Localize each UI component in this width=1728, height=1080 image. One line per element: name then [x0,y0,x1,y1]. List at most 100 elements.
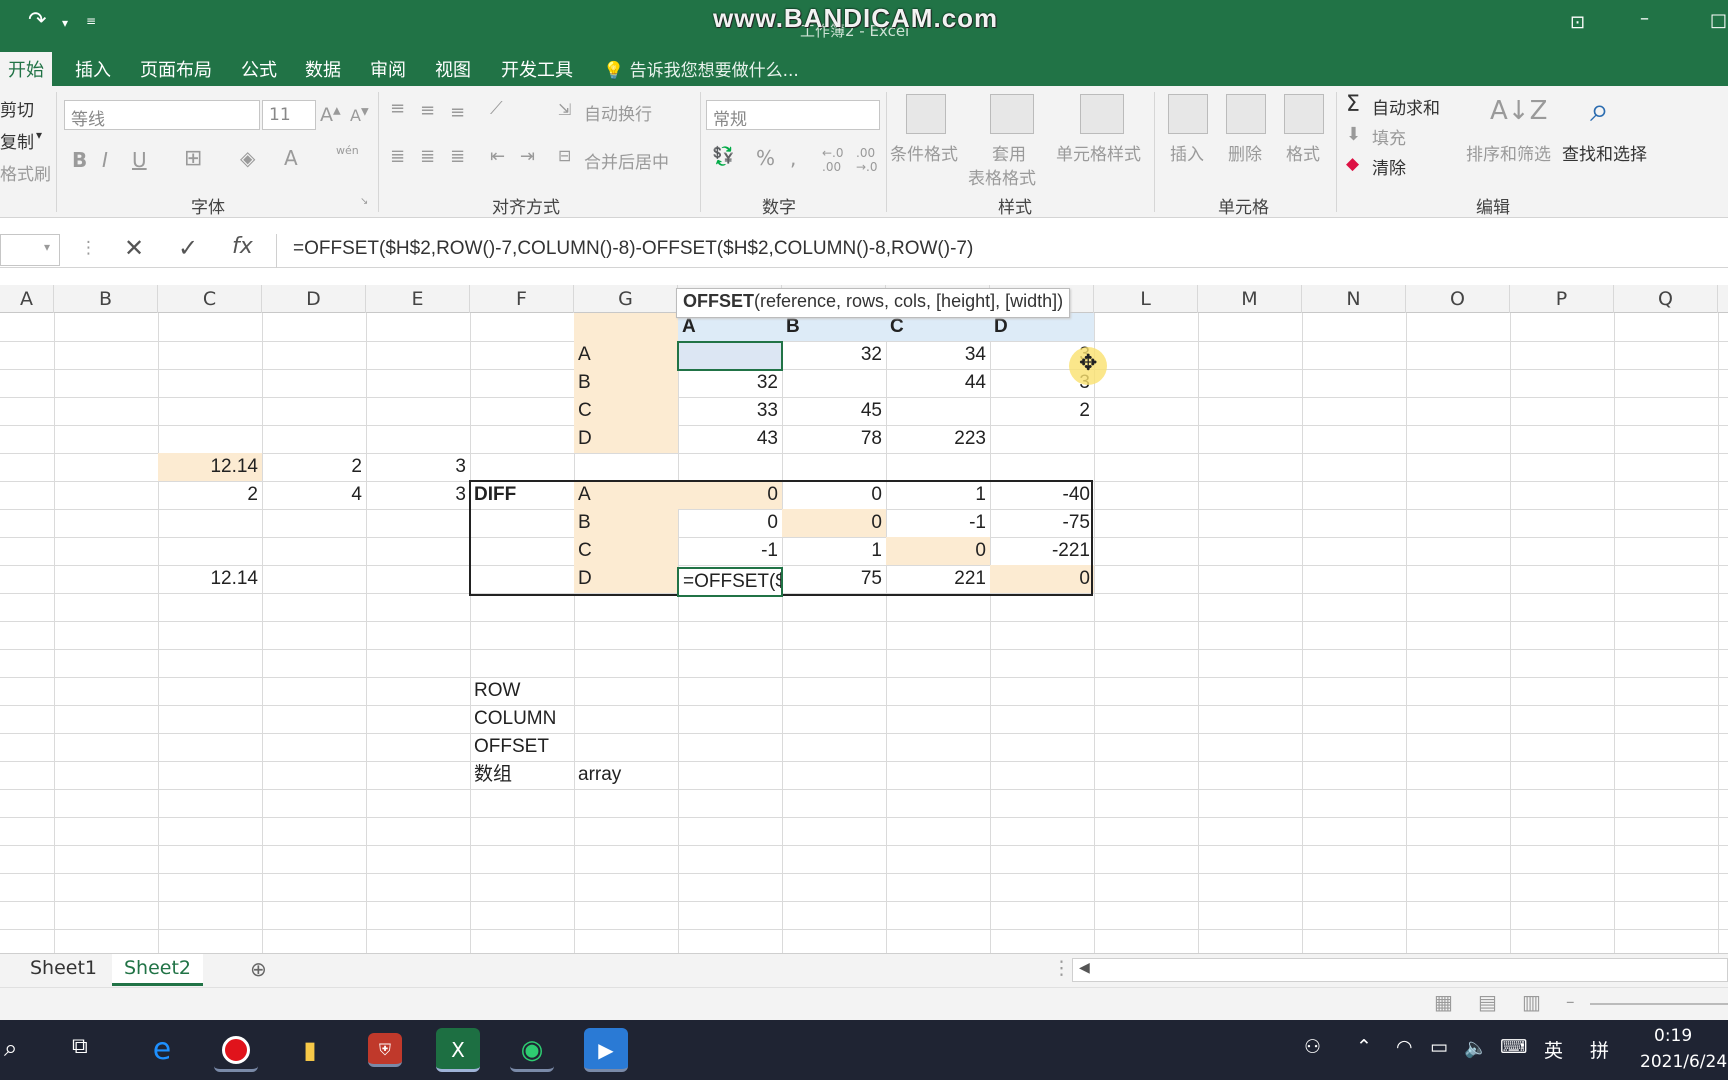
shrink-font-icon[interactable]: A▼ [350,106,369,125]
col-header-c[interactable]: C [158,285,262,313]
page-layout-view-icon[interactable]: ▤ [1478,990,1497,1014]
note-cell[interactable]: 数组 [470,761,574,788]
phonetic-icon[interactable]: wén [336,144,359,157]
diff-row-label[interactable]: C [574,537,678,564]
fill-button[interactable]: 填充 [1372,124,1406,149]
note-cell[interactable]: OFFSET [470,733,574,760]
increase-decimal-icon[interactable]: ←.0.00 [822,146,844,174]
tell-me-search[interactable]: 💡 告诉我您想要做什么... [603,56,799,81]
grow-font-icon[interactable]: A▲ [320,104,341,126]
merge-center-button[interactable]: 合并后居中 [584,148,669,173]
customize-qat-icon[interactable]: ≡ [86,14,96,28]
ribbon-display-icon[interactable]: ⊡ [1570,12,1585,33]
col-header-b[interactable]: B [54,285,158,313]
italic-icon[interactable]: I [102,148,108,172]
tray-expand-icon[interactable]: ⌃ [1356,1036,1372,1058]
diff-row-label[interactable]: A [574,481,678,508]
diff-cell[interactable]: -40 [990,481,1094,508]
number-format-box[interactable]: 常规 [706,100,880,130]
col-header-e[interactable]: E [366,285,470,313]
align-left-icon[interactable]: ≣ [390,146,405,167]
fill-color-icon[interactable]: ◈ [240,146,255,170]
col-header-p[interactable]: P [1510,285,1614,313]
tooltip-function-name[interactable]: OFFSET [683,291,754,311]
insert-cells-button[interactable]: 插入 [1170,140,1204,165]
align-center-icon[interactable]: ≣ [420,146,435,167]
matrix-row-label[interactable]: B [574,369,678,396]
diff-cell[interactable]: -1 [886,509,990,536]
cut-button[interactable]: 剪切 [0,96,34,121]
cell-e7[interactable]: 3 [366,481,470,508]
matrix-cell[interactable] [990,425,1094,452]
matrix-row-label[interactable]: C [574,397,678,424]
video-player-icon[interactable]: ▶ [584,1028,628,1072]
app-shield-icon[interactable]: ⛨ [368,1033,402,1067]
matrix-cell[interactable]: 78 [782,425,886,452]
merge-icon[interactable]: ⊟ [558,146,571,165]
people-icon[interactable]: ⚇ [1304,1036,1321,1058]
matrix-cell[interactable]: 223 [886,425,990,452]
zoom-out-icon[interactable]: – [1566,992,1575,1012]
minimize-icon[interactable]: – [1640,8,1649,29]
diff-cell[interactable]: -1 [678,537,782,564]
maximize-icon[interactable]: □ [1710,10,1727,31]
diff-cell[interactable]: 75 [782,565,886,592]
tab-review[interactable]: 审阅 [362,52,414,86]
horizontal-scrollbar[interactable]: ◀ [1072,958,1728,982]
font-color-icon[interactable]: A [284,146,298,170]
ime-mode[interactable]: 英 [1544,1036,1563,1063]
dialog-launcher-icon[interactable]: ↘ [360,196,368,207]
borders-icon[interactable]: ⊞ [184,146,202,171]
matrix-cell[interactable]: 32 [678,369,782,396]
scroll-left-icon[interactable]: ◀ [1079,960,1090,976]
font-name-box[interactable]: 等线 [64,100,260,130]
diff-cell[interactable]: 0 [678,481,782,508]
matrix-row-label[interactable]: D [574,425,678,452]
col-header-l[interactable]: L [1094,285,1198,313]
edge-icon[interactable]: e [140,1028,184,1072]
col-header-g[interactable]: G [574,285,678,313]
page-break-view-icon[interactable]: ▥ [1522,990,1541,1014]
orientation-icon[interactable]: ⟋ [490,98,503,119]
matrix-cell[interactable]: 32 [782,341,886,368]
diff-cell[interactable]: 0 [678,509,782,536]
clear-button[interactable]: 清除 [1372,154,1406,179]
cell-e6[interactable]: 3 [366,453,470,480]
diff-cell[interactable]: 1 [782,537,886,564]
zoom-slider[interactable] [1590,1003,1728,1005]
active-edit-cell[interactable]: =OFFSET($ [677,567,783,597]
align-middle-icon[interactable]: ≡ [420,100,435,121]
col-header-q[interactable]: Q [1614,285,1718,313]
wechat-icon[interactable]: ◉ [510,1028,554,1072]
diff-cell[interactable]: 0 [990,565,1094,592]
enter-icon[interactable]: ✓ [178,234,198,262]
col-header-o[interactable]: O [1406,285,1510,313]
conditional-format-button[interactable]: 条件格式 [890,140,958,165]
col-header-a[interactable]: A [0,285,54,313]
insert-function-icon[interactable]: fx [232,234,253,259]
note-cell[interactable]: COLUMN [470,705,580,732]
copy-dropdown-icon[interactable]: ▾ [36,128,42,142]
search-icon[interactable]: ⌕ [4,1034,17,1062]
wrap-text-button[interactable]: 自动换行 [584,100,652,125]
decrease-decimal-icon[interactable]: .00 →.0 [856,146,878,174]
comma-style-icon[interactable]: , [790,146,796,170]
currency-icon[interactable]: 💱 [712,146,734,167]
name-box-dropdown-icon[interactable]: ▾ [44,240,50,254]
diff-row-label[interactable]: D [574,565,678,592]
battery-icon[interactable]: ▭ [1430,1036,1448,1058]
tab-formulas[interactable]: 公式 [233,52,285,86]
cell-d7[interactable]: 4 [262,481,366,508]
col-header-m[interactable]: M [1198,285,1302,313]
redo-icon[interactable]: ↷ [28,8,46,33]
col-header-n[interactable]: N [1302,285,1406,313]
col-header-d[interactable]: D [262,285,366,313]
diff-cell[interactable]: 0 [782,509,886,536]
tab-page-layout[interactable]: 页面布局 [132,52,220,86]
wrap-text-icon[interactable]: ⇲ [558,100,571,119]
diff-cell[interactable]: 1 [886,481,990,508]
bold-icon[interactable]: B [72,148,87,172]
diff-cell[interactable]: 0 [886,537,990,564]
align-top-icon[interactable]: ≡ [390,98,405,119]
note-cell[interactable]: array [574,761,678,788]
